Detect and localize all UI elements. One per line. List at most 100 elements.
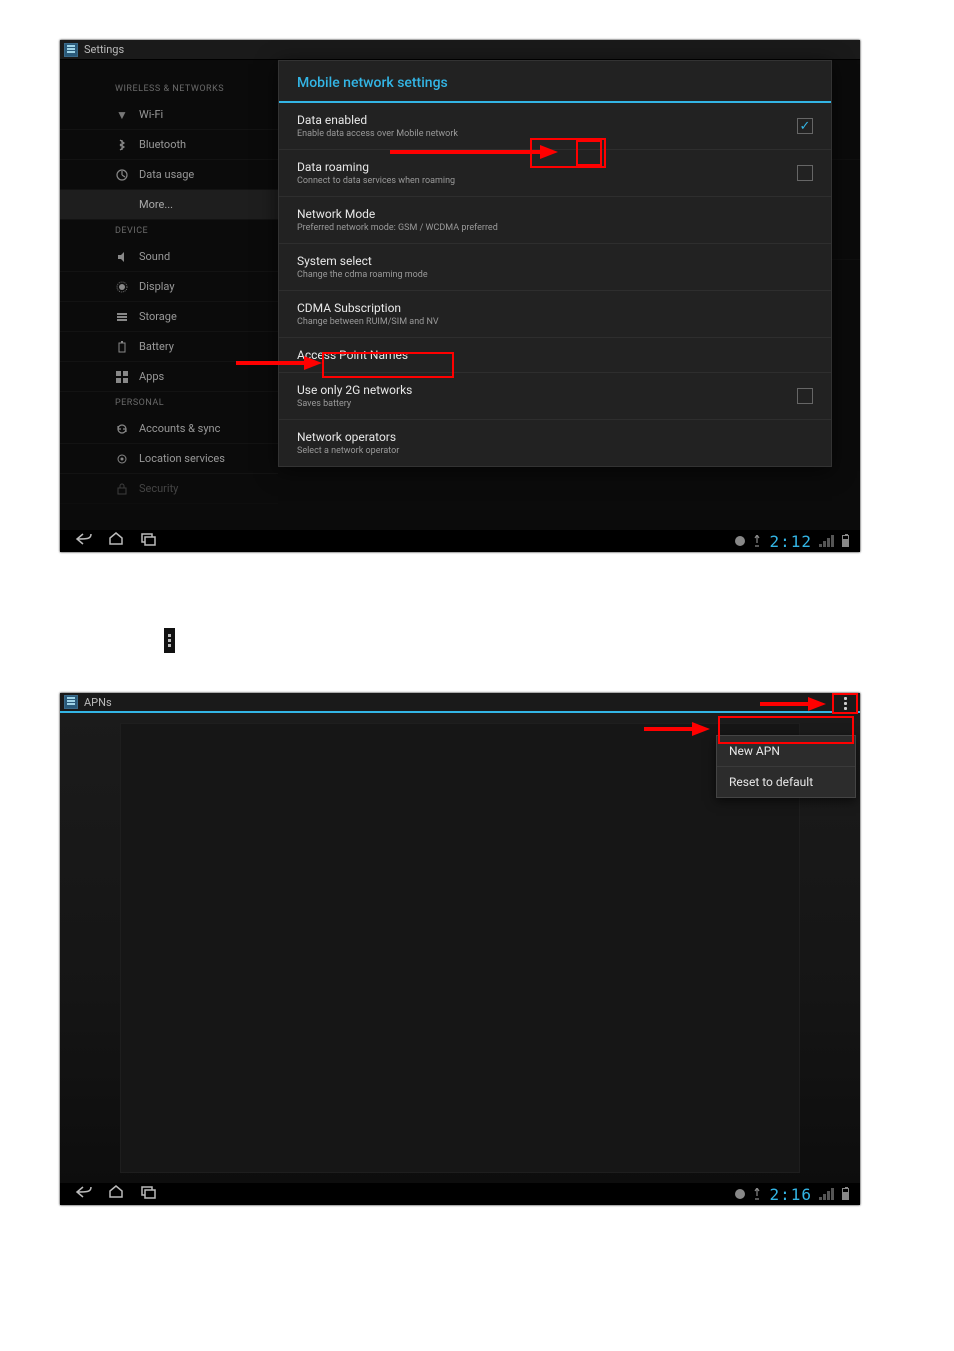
pref-label: Use only 2G networks <box>297 383 797 397</box>
menu-item-new-apn[interactable]: New APN <box>717 736 855 767</box>
mobile-network-dialog: Mobile network settings Data enabled Ena… <box>278 60 832 467</box>
section-header-personal: PERSONAL <box>60 392 278 414</box>
checkbox-unchecked-icon[interactable]: ✓ <box>797 388 813 404</box>
settings-app-icon <box>64 695 78 709</box>
pref-label: Data enabled <box>297 113 797 127</box>
system-bar: 2:16 <box>60 1183 860 1205</box>
sidebar-item-apps[interactable]: Apps <box>60 362 278 392</box>
sidebar-item-bluetooth[interactable]: Bluetooth <box>60 130 278 160</box>
pref-label: Network operators <box>297 430 813 444</box>
cell-signal-icon <box>819 1188 834 1200</box>
pref-network-mode[interactable]: Network Mode Preferred network mode: GSM… <box>279 197 831 244</box>
sidebar-item-label: More... <box>139 198 173 211</box>
sidebar-item-label: Wi-Fi <box>139 108 163 121</box>
pref-sub: Preferred network mode: GSM / WCDMA pref… <box>297 223 813 233</box>
notification-icon[interactable] <box>734 535 746 547</box>
settings-sidebar: WIRELESS & NETWORKS ▼ Wi-Fi Bluetooth Da… <box>60 60 278 530</box>
bluetooth-icon <box>115 138 129 152</box>
sidebar-item-label: Apps <box>139 370 164 383</box>
section-header-device: DEVICE <box>60 220 278 242</box>
pref-label: Data roaming <box>297 160 797 174</box>
pref-sub: Change the cdma roaming mode <box>297 270 813 280</box>
pref-data-roaming[interactable]: Data roaming Connect to data services wh… <box>279 150 831 197</box>
section-header-wireless: WIRELESS & NETWORKS <box>60 78 278 100</box>
title-bar-text: Settings <box>84 43 124 56</box>
sidebar-item-label: Storage <box>139 310 177 323</box>
sidebar-item-sound[interactable]: Sound <box>60 242 278 272</box>
battery-status-icon <box>840 1188 849 1200</box>
checkbox-unchecked-icon[interactable]: ✓ <box>797 165 813 181</box>
screenshot-apns: APNs New APN Reset to default <box>60 693 860 1205</box>
sidebar-item-security[interactable]: Security <box>60 474 278 504</box>
overflow-menu-icon <box>164 628 175 653</box>
signal-icon <box>752 1188 762 1200</box>
sidebar-item-storage[interactable]: Storage <box>60 302 278 332</box>
sidebar-item-label: Accounts & sync <box>139 422 220 435</box>
security-icon <box>115 482 129 496</box>
pref-sub: Select a network operator <box>297 446 813 456</box>
pref-label: Network Mode <box>297 207 813 221</box>
pref-label: CDMA Subscription <box>297 301 813 315</box>
sidebar-item-location[interactable]: Location services <box>60 444 278 474</box>
pref-sub: Connect to data services when roaming <box>297 176 797 186</box>
screenshot-mobile-network-settings: Settings WIRELESS & NETWORKS ▼ Wi-Fi Blu… <box>60 40 860 552</box>
back-button[interactable] <box>68 1185 100 1203</box>
signal-icon <box>752 535 762 547</box>
wifi-icon: ▼ <box>115 108 129 122</box>
sound-icon <box>115 250 129 264</box>
pref-label: System select <box>297 254 813 268</box>
dialog-title: Mobile network settings <box>279 61 831 103</box>
home-button[interactable] <box>100 532 132 550</box>
recent-apps-button[interactable] <box>132 532 164 550</box>
datausage-icon <box>115 168 129 182</box>
pref-sub: Saves battery <box>297 399 797 409</box>
sidebar-item-label: Location services <box>139 452 225 465</box>
sidebar-item-label: Battery <box>139 340 174 353</box>
apns-body: New APN Reset to default <box>60 713 860 1183</box>
system-bar: 2:12 <box>60 530 860 552</box>
sidebar-item-label: Security <box>139 482 178 495</box>
sidebar-item-datausage[interactable]: Data usage <box>60 160 278 190</box>
pref-sub: Change between RUIM/SIM and NV <box>297 317 813 327</box>
sidebar-item-label: Bluetooth <box>139 138 186 151</box>
pref-sub: Enable data access over Mobile network <box>297 129 797 139</box>
blank-icon <box>115 198 129 212</box>
clock[interactable]: 2:16 <box>769 1185 812 1204</box>
content-area: WIRELESS & NETWORKS ▼ Wi-Fi Bluetooth Da… <box>60 60 860 530</box>
main-panel: Mobile network settings Data enabled Ena… <box>278 60 860 530</box>
sidebar-item-display[interactable]: Display <box>60 272 278 302</box>
title-bar-text: APNs <box>84 696 112 709</box>
home-button[interactable] <box>100 1185 132 1203</box>
pref-2g-only[interactable]: Use only 2G networks Saves battery ✓ <box>279 373 831 420</box>
checkbox-checked-icon[interactable]: ✓ <box>797 118 813 134</box>
sidebar-item-wifi[interactable]: ▼ Wi-Fi <box>60 100 278 130</box>
apps-icon <box>115 370 129 384</box>
back-button[interactable] <box>68 532 100 550</box>
pref-data-enabled[interactable]: Data enabled Enable data access over Mob… <box>279 103 831 150</box>
clock[interactable]: 2:12 <box>769 532 812 551</box>
recent-apps-button[interactable] <box>132 1185 164 1203</box>
storage-icon <box>115 310 129 324</box>
location-icon <box>115 452 129 466</box>
overflow-menu-button[interactable] <box>834 693 856 713</box>
apns-empty-list <box>120 723 800 1173</box>
title-bar: APNs <box>60 693 860 713</box>
sidebar-item-battery[interactable]: Battery <box>60 332 278 362</box>
title-bar: Settings <box>60 40 860 60</box>
cell-signal-icon <box>819 535 834 547</box>
battery-icon <box>115 340 129 354</box>
notification-icon[interactable] <box>734 1188 746 1200</box>
sidebar-item-accounts[interactable]: Accounts & sync <box>60 414 278 444</box>
display-icon <box>115 280 129 294</box>
overflow-popup-menu: New APN Reset to default <box>716 735 856 798</box>
menu-item-reset-default[interactable]: Reset to default <box>717 767 855 797</box>
pref-apn[interactable]: Access Point Names <box>279 338 831 373</box>
sync-icon <box>115 422 129 436</box>
pref-label: Access Point Names <box>297 348 813 362</box>
sidebar-item-more[interactable]: More... <box>60 190 278 220</box>
pref-system-select[interactable]: System select Change the cdma roaming mo… <box>279 244 831 291</box>
sidebar-item-label: Data usage <box>139 168 194 181</box>
pref-network-operators[interactable]: Network operators Select a network opera… <box>279 420 831 466</box>
settings-app-icon <box>64 43 78 57</box>
pref-cdma-subscription[interactable]: CDMA Subscription Change between RUIM/SI… <box>279 291 831 338</box>
